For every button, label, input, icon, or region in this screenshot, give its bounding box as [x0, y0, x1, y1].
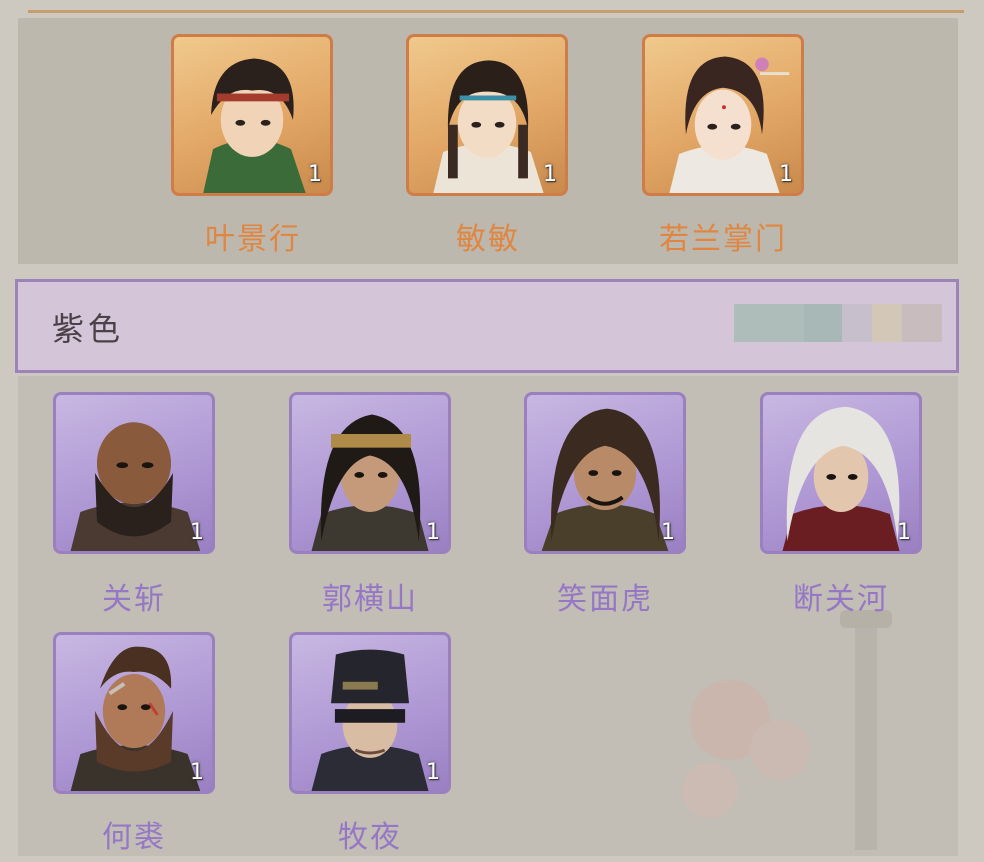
ink-sword-decoration-icon [682, 610, 892, 850]
hero-card-gold-1[interactable]: 1 [171, 34, 333, 196]
hero-name: 断关河 [793, 582, 889, 617]
hero-card-purple-3[interactable]: 1 [524, 392, 686, 554]
portrait-headband-long-hair-man-icon [311, 414, 429, 551]
hero-name: 笑面虎 [557, 582, 653, 617]
hero-card-purple-6[interactable]: 1 [289, 632, 451, 794]
blurred-region [902, 304, 942, 342]
rarity-label: 紫色 [52, 310, 125, 348]
hero-count: 1 [426, 520, 440, 545]
hero-count: 1 [897, 520, 911, 545]
portrait-grinning-scarred-man-icon [541, 408, 669, 551]
portrait-bald-bearded-warrior-icon [70, 422, 201, 551]
hero-count: 1 [543, 162, 557, 187]
portrait-woman-hairpin-icon [669, 56, 790, 193]
hero-card-purple-4[interactable]: 1 [760, 392, 922, 554]
blurred-region [804, 304, 842, 342]
hero-count: 1 [190, 760, 204, 785]
blurred-region [734, 304, 804, 342]
portrait-bearded-scarred-fighter-icon [70, 646, 201, 791]
portrait-young-swordsman-headband-icon [203, 58, 306, 193]
portrait-girl-braided-hair-icon [433, 60, 544, 193]
hero-count: 1 [426, 760, 440, 785]
hero-card-gold-2[interactable]: 1 [406, 34, 568, 196]
rarity-header: 紫色 [15, 279, 959, 373]
hero-name: 关斩 [102, 582, 166, 617]
hero-count: 1 [308, 162, 322, 187]
hero-name: 郭横山 [322, 582, 418, 617]
hero-name: 何裘 [102, 820, 166, 855]
blurred-region [842, 304, 872, 342]
portrait-white-haired-swordsman-icon [782, 406, 900, 551]
hero-name: 若兰掌门 [659, 222, 787, 257]
hero-card-purple-1[interactable]: 1 [53, 392, 215, 554]
hero-count: 1 [190, 520, 204, 545]
top-divider [28, 10, 964, 13]
hero-card-gold-3[interactable]: 1 [642, 34, 804, 196]
hero-count: 1 [661, 520, 675, 545]
portrait-masked-hat-man-icon [311, 649, 429, 791]
hero-card-purple-2[interactable]: 1 [289, 392, 451, 554]
hero-name: 叶景行 [205, 222, 301, 257]
hero-count: 1 [779, 162, 793, 187]
hero-name: 牧夜 [338, 820, 402, 855]
hero-card-purple-5[interactable]: 1 [53, 632, 215, 794]
hero-name: 敏敏 [456, 222, 520, 257]
blurred-region [872, 304, 902, 342]
